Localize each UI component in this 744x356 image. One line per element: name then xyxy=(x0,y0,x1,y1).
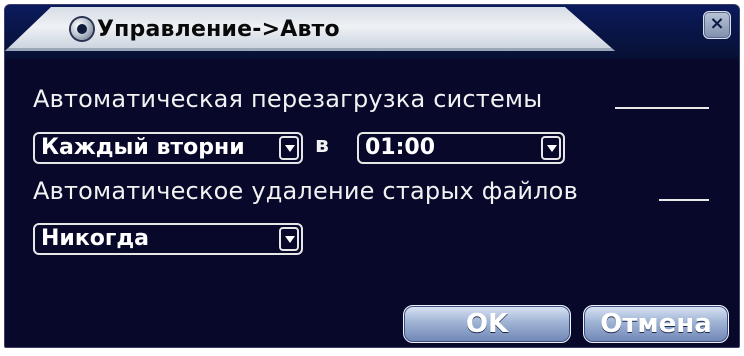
reboot-day-value: Каждый вторни xyxy=(41,135,245,160)
auto-reboot-label-line xyxy=(615,107,709,109)
auto-reboot-label: Автоматическая перезагрузка системы xyxy=(33,85,543,113)
close-button[interactable]: × xyxy=(703,11,731,39)
ok-button[interactable]: OK xyxy=(403,305,571,343)
auto-delete-select[interactable]: Никогда xyxy=(33,223,303,255)
camera-icon xyxy=(71,18,93,40)
auto-management-dialog: Управление->Авто × Автоматическая переза… xyxy=(4,4,740,348)
cancel-button[interactable]: Отмена xyxy=(583,305,729,343)
chevron-down-icon[interactable] xyxy=(279,227,299,251)
auto-delete-label: Автоматическое удаление старых файлов xyxy=(33,177,578,205)
title-tab: Управление->Авто xyxy=(5,7,615,51)
dialog-title-bar: Управление->Авто × xyxy=(5,5,739,59)
auto-delete-value: Никогда xyxy=(41,226,149,251)
reboot-time-value: 01:00 xyxy=(365,135,436,160)
reboot-day-select[interactable]: Каждый вторни xyxy=(33,132,303,164)
dialog-title: Управление->Авто xyxy=(97,17,340,42)
reboot-time-select[interactable]: 01:00 xyxy=(357,132,565,164)
auto-delete-label-line xyxy=(659,199,709,201)
at-label: в xyxy=(315,133,329,158)
chevron-down-icon[interactable] xyxy=(279,136,299,160)
chevron-down-icon[interactable] xyxy=(541,136,561,160)
close-icon: × xyxy=(709,13,725,34)
